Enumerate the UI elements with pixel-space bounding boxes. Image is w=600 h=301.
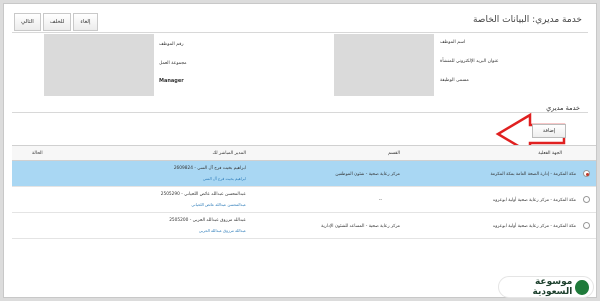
table-header: الجهة الفعلية القسم المدير المباشر لك ال…: [12, 145, 596, 161]
cell-manager-link[interactable]: عبدالمحسن عبدالله عائض اللحياني: [191, 202, 246, 207]
table-row[interactable]: مكة المكرمة - إدارة الصحة العامة بمكة ال…: [12, 161, 596, 187]
row-radio[interactable]: [583, 170, 590, 177]
cancel-button[interactable]: إلغاء: [73, 13, 98, 31]
watermark-text: موسوعة السعودية: [532, 277, 573, 297]
email-label: عنوان البريد الإلكتروني للمنشأة: [440, 59, 499, 64]
cell-entity: مكة المكرمة - مركز رعاية صحية أولية ابوع…: [492, 224, 576, 229]
employee-name-label: اسم الموظف: [440, 40, 466, 45]
row-radio[interactable]: [583, 196, 590, 203]
section-title: خدمة مديري: [546, 104, 580, 112]
managers-table: الجهة الفعلية القسم المدير المباشر لك ال…: [12, 145, 596, 239]
back-button[interactable]: للخلف: [42, 13, 72, 31]
watermark-badge: موسوعة السعودية: [498, 276, 594, 298]
page-title: خدمة مديري: البيانات الخاصة: [472, 15, 582, 25]
logo-icon: [575, 279, 589, 295]
cell-department: مركز رعاية صحية - شئون الموظفين: [335, 172, 400, 177]
work-group-value: Manager: [159, 78, 184, 84]
main-panel: خدمة مديري: البيانات الخاصة التالي للخلف…: [3, 3, 597, 298]
job-title-label: مسمى الوظيفة: [440, 78, 469, 83]
header-manager: المدير المباشر لك: [212, 151, 246, 156]
cell-manager-link[interactable]: عبدالله مرزوق عبدالله الحربي: [199, 228, 246, 233]
toolbar: التالي للخلف إلغاء: [14, 13, 100, 31]
redacted-left-box: [44, 34, 154, 96]
cell-department: --: [378, 198, 382, 203]
cell-manager: 2505200 - عبدالله مرزوق عبدالله الحربي: [169, 218, 246, 223]
header-divider: [12, 32, 588, 33]
cell-manager: 2505290 - عبدالمحسن عبدالله عائض اللحيان…: [160, 192, 246, 197]
add-button[interactable]: إضافة: [532, 124, 566, 138]
cell-department: مركز رعاية صحية - المساعد للشئون الإداري…: [321, 224, 400, 229]
header-status: الحالة: [32, 151, 43, 156]
cell-manager: 2609824 - ابراهيم بخيت فرج آل السي: [173, 166, 246, 171]
header-department: القسم: [388, 151, 400, 156]
table-row[interactable]: مكة المكرمة - مركز رعاية صحية أولية ابوع…: [12, 187, 596, 213]
cell-entity: مكة المكرمة - مركز رعاية صحية أولية ابوع…: [492, 198, 576, 203]
next-button[interactable]: التالي: [14, 13, 41, 31]
cell-manager-link[interactable]: ابراهيم بخيت فرج آل السي: [203, 176, 246, 181]
table-row[interactable]: مكة المكرمة - مركز رعاية صحية أولية ابوع…: [12, 213, 596, 239]
employee-number-label: رقم الموظف: [159, 42, 184, 47]
row-radio[interactable]: [583, 222, 590, 229]
redacted-right-box: [334, 34, 434, 96]
cell-entity: مكة المكرمة - إدارة الصحة العامة بمكة ال…: [490, 172, 576, 177]
work-group-label: مجموعة العمل: [159, 61, 187, 66]
header-entity: الجهة الفعلية: [538, 151, 562, 156]
